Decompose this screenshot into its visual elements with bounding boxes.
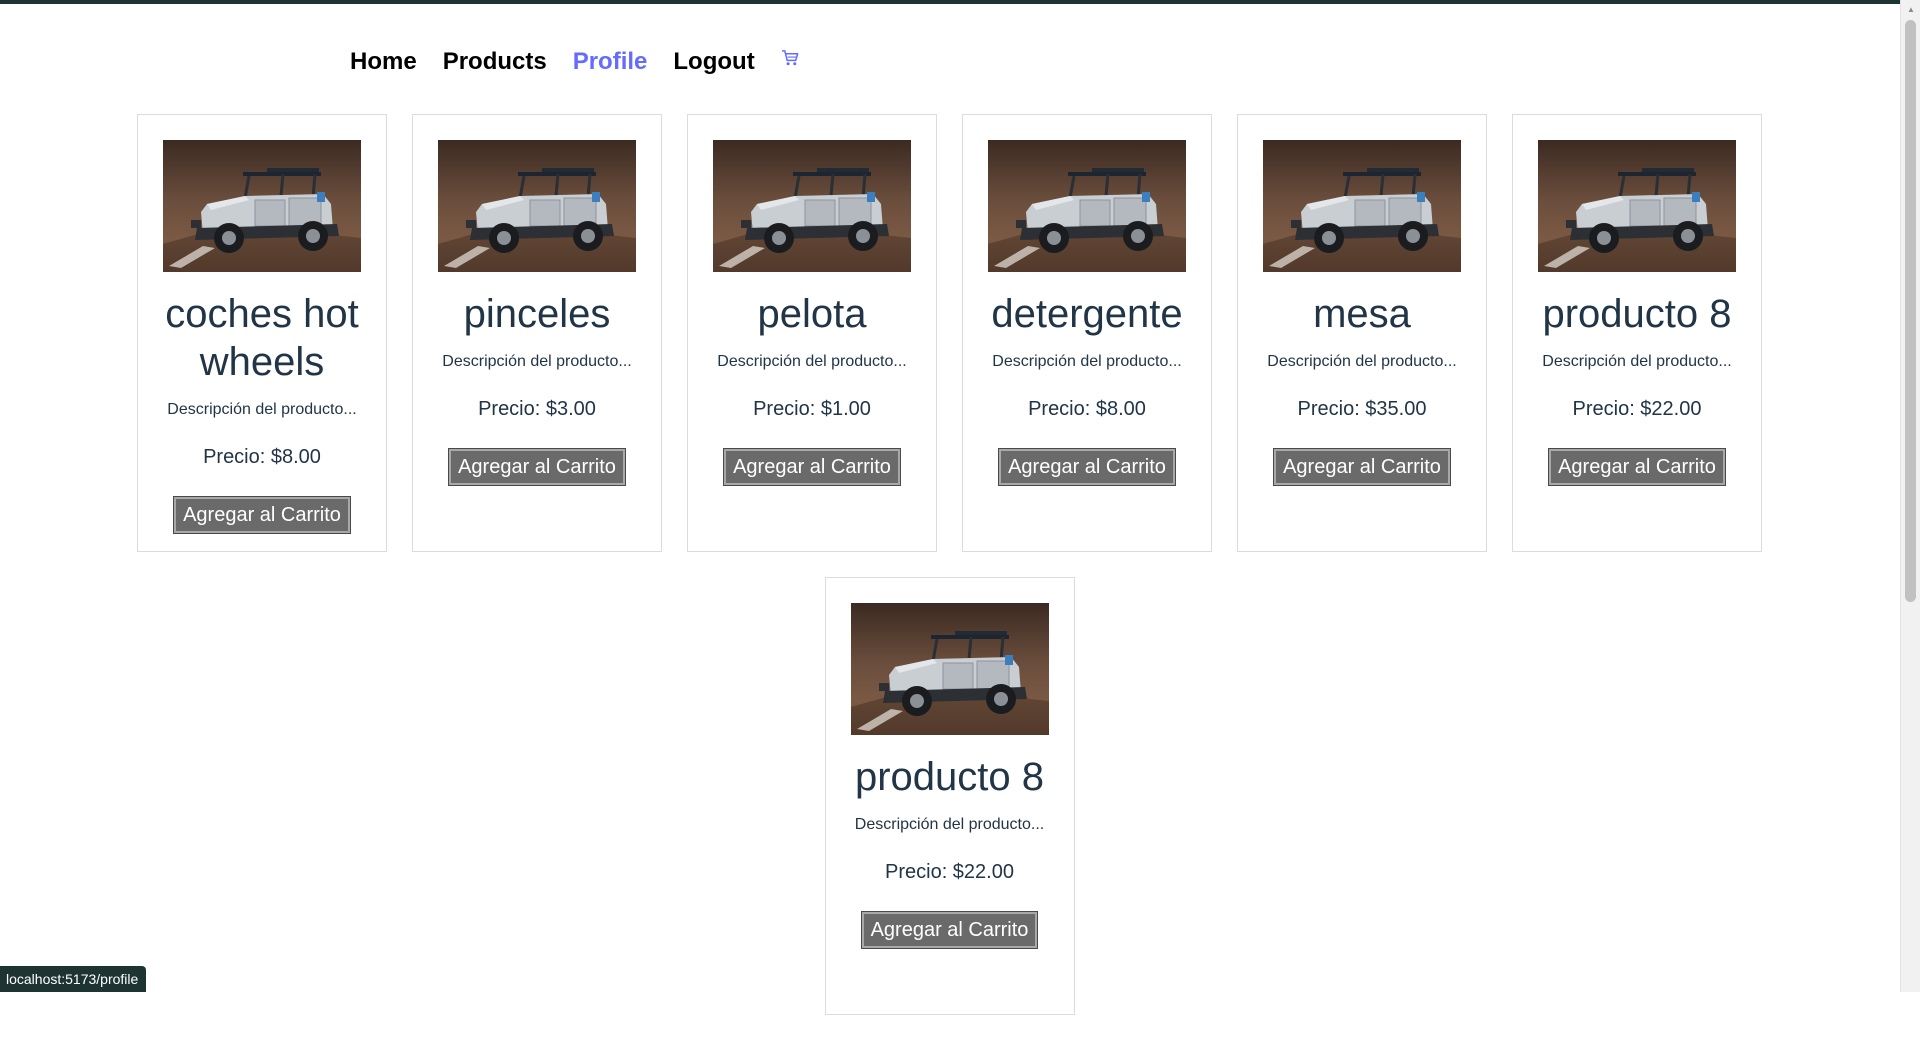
product-price: Precio: $8.00: [203, 446, 321, 468]
product-price: Precio: $22.00: [1572, 398, 1702, 420]
product-description: Descripción del producto...: [717, 353, 907, 370]
product-card: producto 8 Descripción del producto... P…: [1512, 114, 1762, 552]
product-name: detergente: [991, 292, 1183, 336]
product-price: Precio: $35.00: [1297, 398, 1427, 420]
product-description: Descripción del producto...: [1267, 353, 1457, 370]
product-description: Descripción del producto...: [167, 401, 357, 418]
scroll-up-arrow-icon[interactable]: ▲: [1901, 0, 1920, 18]
nav-logout-link[interactable]: Logout: [673, 47, 754, 77]
product-name: producto 8: [1542, 292, 1732, 336]
shopping-cart-icon[interactable]: [781, 49, 800, 68]
product-card: coches hot wheels Descripción del produc…: [137, 114, 387, 552]
add-to-cart-button[interactable]: Agregar al Carrito: [1549, 449, 1725, 485]
product-grid: coches hot wheels Descripción del produc…: [0, 114, 1900, 1040]
add-to-cart-button[interactable]: Agregar al Carrito: [174, 497, 350, 533]
product-card: detergente Descripción del producto... P…: [962, 114, 1212, 552]
nav-profile-link[interactable]: Profile: [573, 47, 648, 77]
product-image: [163, 140, 361, 272]
product-price: Precio: $3.00: [478, 398, 596, 420]
product-name: pinceles: [463, 292, 611, 336]
nav-home-link[interactable]: Home: [350, 47, 417, 77]
product-card: producto 8 Descripción del producto... P…: [824, 577, 1075, 1015]
product-card: pelota Descripción del producto... Preci…: [687, 114, 937, 552]
product-image: [438, 140, 636, 272]
add-to-cart-button[interactable]: Agregar al Carrito: [1274, 449, 1450, 485]
scrollbar-thumb[interactable]: [1905, 20, 1916, 602]
product-name: pelota: [757, 292, 867, 336]
nav-products-link[interactable]: Products: [443, 47, 547, 77]
product-price: Precio: $8.00: [1028, 398, 1146, 420]
product-image: [713, 140, 911, 272]
product-image: [1263, 140, 1461, 272]
product-description: Descripción del producto...: [1542, 353, 1732, 370]
main-nav: Home Products Profile Logout: [350, 47, 800, 77]
product-image: [1538, 140, 1736, 272]
link-status-bar: localhost:5173/profile: [0, 966, 147, 992]
product-image: [988, 140, 1186, 272]
add-to-cart-button[interactable]: Agregar al Carrito: [861, 912, 1038, 948]
product-name: coches hot wheels: [165, 292, 359, 384]
product-price: Precio: $1.00: [753, 398, 871, 420]
product-image: [851, 603, 1049, 735]
vertical-scrollbar[interactable]: ▲: [1900, 0, 1920, 992]
product-card: pinceles Descripción del producto... Pre…: [412, 114, 662, 552]
add-to-cart-button[interactable]: Agregar al Carrito: [999, 449, 1175, 485]
add-to-cart-button[interactable]: Agregar al Carrito: [449, 449, 625, 485]
browser-top-bar: [0, 0, 1920, 4]
product-description: Descripción del producto...: [442, 353, 632, 370]
product-description: Descripción del producto...: [854, 816, 1045, 833]
product-price: Precio: $22.00: [885, 861, 1014, 883]
add-to-cart-button[interactable]: Agregar al Carrito: [724, 449, 900, 485]
product-name: producto 8: [854, 755, 1045, 799]
product-name: mesa: [1313, 292, 1411, 336]
product-card: mesa Descripción del producto... Precio:…: [1237, 114, 1487, 552]
product-description: Descripción del producto...: [992, 353, 1182, 370]
